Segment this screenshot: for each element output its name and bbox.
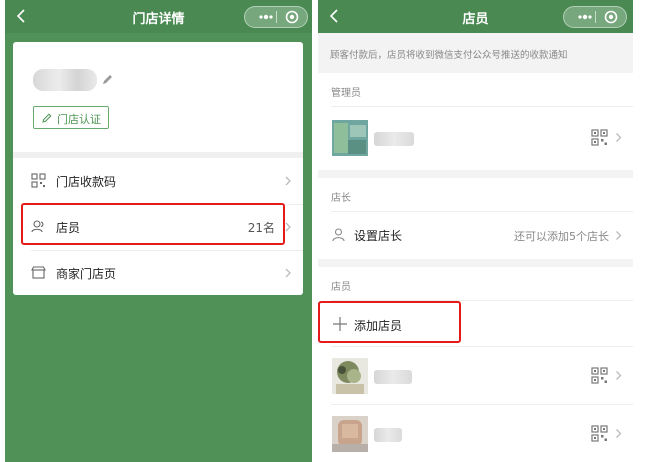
item-divider	[331, 404, 633, 405]
edit-pencil-icon[interactable]	[100, 73, 114, 87]
admin-item[interactable]	[318, 106, 633, 170]
close-target-icon[interactable]	[604, 10, 618, 24]
row-label: 门店收款码	[56, 175, 117, 189]
set-manager-hint: 还可以添加5个店长	[514, 230, 609, 243]
store-header: 门店认证	[13, 42, 303, 152]
more-icon[interactable]	[576, 11, 594, 23]
qr-code-icon[interactable]	[591, 425, 608, 442]
section-gap	[318, 170, 633, 178]
chevron-right-icon	[616, 371, 622, 380]
staff-member-item[interactable]	[318, 346, 633, 404]
store-card: 门店认证 门店收款码 店员 21名 商家门店页	[13, 42, 303, 295]
section-admin: 管理员	[318, 73, 633, 106]
right-navbar: 店员	[318, 0, 633, 33]
store-icon	[31, 266, 46, 279]
row-merchant-page[interactable]: 商家门店页	[13, 250, 303, 295]
avatar	[332, 358, 368, 394]
store-detail-screen: 门店详情 门店认证 门店收款码 店员 21名 商家门店页	[5, 0, 312, 462]
qr-code-icon[interactable]	[591, 129, 608, 146]
item-divider	[331, 106, 633, 107]
staff-member-item[interactable]	[318, 404, 633, 462]
chevron-right-icon	[285, 268, 291, 278]
avatar	[332, 120, 368, 156]
item-divider	[331, 211, 633, 212]
item-divider	[331, 346, 633, 347]
more-icon[interactable]	[257, 11, 275, 23]
menu-capsule	[563, 6, 627, 28]
capsule-divider	[595, 11, 596, 23]
certify-label: 门店认证	[57, 113, 101, 126]
highlight-box-add-staff	[318, 301, 461, 343]
close-target-icon[interactable]	[285, 10, 299, 24]
person-icon	[332, 228, 345, 242]
section-gap	[318, 259, 633, 267]
section-staff: 店员	[318, 267, 633, 300]
store-name-redacted	[33, 69, 97, 91]
section-manager: 店长	[318, 178, 633, 211]
staff-screen: 店员 顾客付款后，店员将收到微信支付公众号推送的收款通知 管理员 店长 设置店长…	[318, 0, 633, 462]
left-navbar: 门店详情	[5, 0, 312, 33]
highlight-box-staff	[21, 203, 285, 245]
staff-name-redacted	[374, 370, 412, 384]
capsule-divider	[276, 11, 277, 23]
chevron-right-icon	[616, 429, 622, 438]
edit-pencil-icon	[42, 113, 52, 123]
qr-code-icon	[31, 173, 46, 188]
set-manager-item[interactable]: 设置店长 还可以添加5个店长	[318, 211, 633, 259]
chevron-right-icon	[285, 176, 291, 186]
payment-notice: 顾客付款后，店员将收到微信支付公众号推送的收款通知	[318, 33, 633, 73]
chevron-right-icon	[616, 231, 622, 240]
store-certify-button[interactable]: 门店认证	[33, 106, 109, 129]
chevron-right-icon	[616, 133, 622, 142]
set-manager-label: 设置店长	[354, 229, 403, 243]
menu-capsule	[244, 6, 308, 28]
staff-name-redacted	[374, 428, 402, 442]
avatar	[332, 416, 368, 452]
qr-code-icon[interactable]	[591, 367, 608, 384]
row-label: 商家门店页	[56, 267, 117, 281]
row-payment-qr[interactable]: 门店收款码	[13, 158, 303, 204]
admin-name-redacted	[374, 132, 414, 146]
